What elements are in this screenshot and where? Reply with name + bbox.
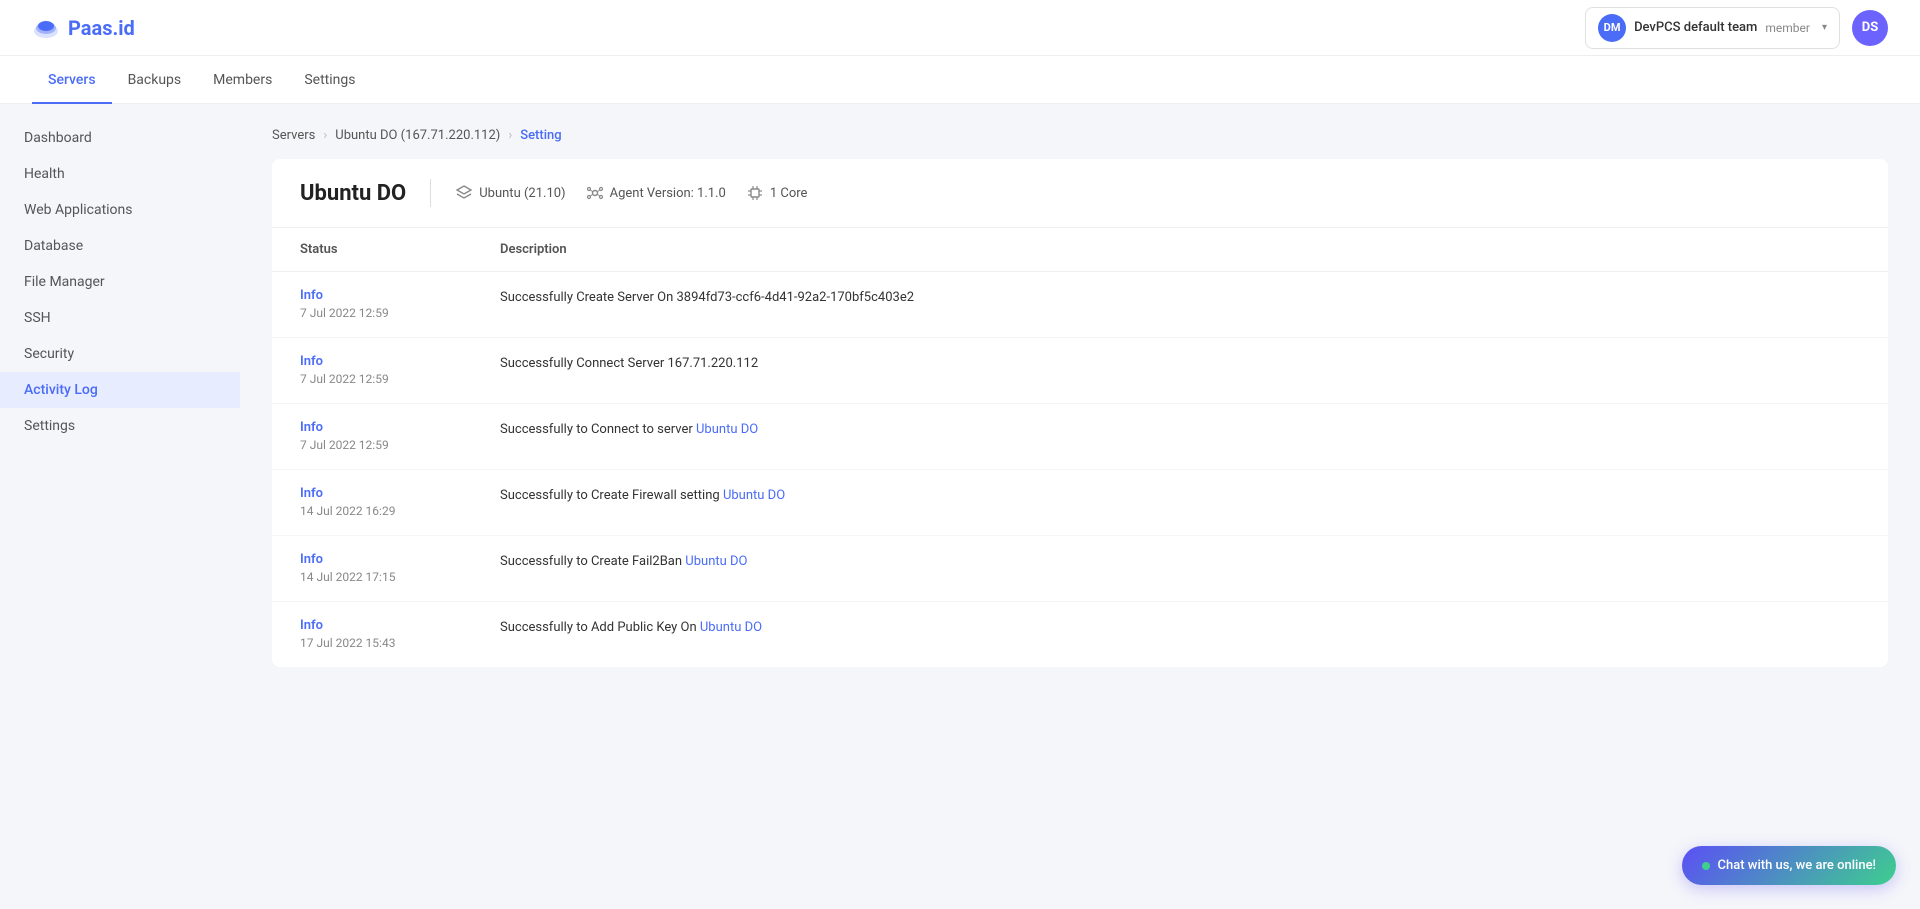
table-row: Info 7 Jul 2022 12:59 Successfully Creat… xyxy=(272,272,1888,338)
sidebar-item-database[interactable]: Database xyxy=(0,228,240,264)
server-name: Ubuntu DO xyxy=(300,181,406,206)
activity-table: Status Description Info 7 Jul 2022 12:59… xyxy=(272,228,1888,667)
chat-widget[interactable]: Chat with us, we are online! xyxy=(1682,846,1896,885)
status-label: Info xyxy=(300,552,500,567)
description-col: Successfully to Connect to server Ubuntu… xyxy=(500,420,1860,437)
header-description: Description xyxy=(500,242,1860,257)
layers-icon xyxy=(455,184,473,202)
tab-servers[interactable]: Servers xyxy=(32,57,112,104)
description-col: Successfully to Create Firewall setting … xyxy=(500,486,1860,503)
status-col: Info 17 Jul 2022 15:43 xyxy=(300,618,500,651)
server-core: 1 Core xyxy=(746,184,808,202)
description-col: Successfully Create Server On 3894fd73-c… xyxy=(500,288,1860,305)
logo-icon xyxy=(32,18,60,38)
breadcrumb-servers[interactable]: Servers xyxy=(272,128,315,143)
main-layout: Dashboard Health Web Applications Databa… xyxy=(0,104,1920,909)
cpu-icon xyxy=(746,184,764,202)
chat-label: Chat with us, we are online! xyxy=(1718,858,1876,873)
status-date: 14 Jul 2022 17:15 xyxy=(300,570,395,584)
status-date: 7 Jul 2022 12:59 xyxy=(300,372,389,386)
table-row: Info 7 Jul 2022 12:59 Successfully Conne… xyxy=(272,338,1888,404)
team-name: DevPCS default team xyxy=(1634,20,1757,35)
sidebar-item-ssh[interactable]: SSH xyxy=(0,300,240,336)
breadcrumb-sep-1: › xyxy=(323,128,327,143)
sidebar-item-web-applications[interactable]: Web Applications xyxy=(0,192,240,228)
highlight-text: Ubuntu DO xyxy=(696,422,758,437)
team-selector[interactable]: DM DevPCS default team member ▾ xyxy=(1585,7,1840,49)
server-agent: Agent Version: 1.1.0 xyxy=(586,184,726,202)
sidebar-item-health[interactable]: Health xyxy=(0,156,240,192)
top-navbar: Paas.id DM DevPCS default team member ▾ … xyxy=(0,0,1920,56)
table-header: Status Description xyxy=(272,228,1888,272)
status-date: 7 Jul 2022 12:59 xyxy=(300,438,389,452)
description-text: Successfully to Create Firewall setting … xyxy=(500,488,785,503)
tab-settings[interactable]: Settings xyxy=(288,57,371,104)
table-row: Info 17 Jul 2022 15:43 Successfully to A… xyxy=(272,602,1888,667)
secondary-navbar: Servers Backups Members Settings xyxy=(0,56,1920,104)
table-row: Info 14 Jul 2022 17:15 Successfully to C… xyxy=(272,536,1888,602)
breadcrumb-sep-2: › xyxy=(508,128,512,143)
breadcrumb-current: Setting xyxy=(520,128,561,143)
server-divider xyxy=(430,179,431,207)
sidebar-item-settings[interactable]: Settings xyxy=(0,408,240,444)
status-col: Info 7 Jul 2022 12:59 xyxy=(300,420,500,453)
nav-tabs: Servers Backups Members Settings xyxy=(32,56,371,103)
tab-backups[interactable]: Backups xyxy=(112,57,198,104)
highlight-text: Ubuntu DO xyxy=(723,488,785,503)
server-meta: Ubuntu (21.10) Agent Version: 1.1 xyxy=(455,184,807,202)
description-text: Successfully Create Server On 3894fd73-c… xyxy=(500,290,914,305)
breadcrumb: Servers › Ubuntu DO (167.71.220.112) › S… xyxy=(272,128,1888,143)
tab-members[interactable]: Members xyxy=(197,57,288,104)
status-col: Info 7 Jul 2022 12:59 xyxy=(300,354,500,387)
description-text: Successfully to Create Fail2Ban Ubuntu D… xyxy=(500,554,748,569)
sidebar-item-activity-log[interactable]: Activity Log xyxy=(0,372,240,408)
status-date: 14 Jul 2022 16:29 xyxy=(300,504,395,518)
status-label: Info xyxy=(300,288,500,303)
server-core-label: 1 Core xyxy=(770,186,808,201)
status-col: Info 14 Jul 2022 17:15 xyxy=(300,552,500,585)
description-text: Successfully to Add Public Key On Ubuntu… xyxy=(500,620,762,635)
status-date: 17 Jul 2022 15:43 xyxy=(300,636,395,650)
status-label: Info xyxy=(300,420,500,435)
status-label: Info xyxy=(300,354,500,369)
status-col: Info 7 Jul 2022 12:59 xyxy=(300,288,500,321)
description-col: Successfully to Create Fail2Ban Ubuntu D… xyxy=(500,552,1860,569)
header-status: Status xyxy=(300,242,500,257)
status-date: 7 Jul 2022 12:59 xyxy=(300,306,389,320)
breadcrumb-server-detail[interactable]: Ubuntu DO (167.71.220.112) xyxy=(335,128,500,143)
nodes-icon xyxy=(586,184,604,202)
table-row: Info 14 Jul 2022 16:29 Successfully to C… xyxy=(272,470,1888,536)
sidebar-item-file-manager[interactable]: File Manager xyxy=(0,264,240,300)
description-text: Successfully to Connect to server Ubuntu… xyxy=(500,422,758,437)
description-col: Successfully Connect Server 167.71.220.1… xyxy=(500,354,1860,371)
status-label: Info xyxy=(300,618,500,633)
server-header: Ubuntu DO Ubuntu (21.10) xyxy=(272,159,1888,228)
highlight-text: Ubuntu DO xyxy=(700,620,762,635)
topnav-right: DM DevPCS default team member ▾ DS xyxy=(1585,7,1888,49)
status-col: Info 14 Jul 2022 16:29 xyxy=(300,486,500,519)
sidebar-item-dashboard[interactable]: Dashboard xyxy=(0,120,240,156)
sidebar-item-security[interactable]: Security xyxy=(0,336,240,372)
team-avatar: DM xyxy=(1598,14,1626,42)
server-os: Ubuntu (21.10) xyxy=(455,184,565,202)
description-col: Successfully to Add Public Key On Ubuntu… xyxy=(500,618,1860,635)
table-row: Info 7 Jul 2022 12:59 Successfully to Co… xyxy=(272,404,1888,470)
server-os-label: Ubuntu (21.10) xyxy=(479,186,565,201)
chevron-down-icon: ▾ xyxy=(1822,22,1827,33)
logo-text: Paas.id xyxy=(68,16,135,40)
chat-online-indicator xyxy=(1702,862,1710,870)
sidebar: Dashboard Health Web Applications Databa… xyxy=(0,104,240,909)
main-content: Servers › Ubuntu DO (167.71.220.112) › S… xyxy=(240,104,1920,909)
team-role: member xyxy=(1765,21,1810,35)
logo[interactable]: Paas.id xyxy=(32,16,135,40)
status-label: Info xyxy=(300,486,500,501)
server-agent-label: Agent Version: 1.1.0 xyxy=(610,186,726,201)
highlight-text: Ubuntu DO xyxy=(685,554,747,569)
user-avatar[interactable]: DS xyxy=(1852,10,1888,46)
description-text: Successfully Connect Server 167.71.220.1… xyxy=(500,356,758,371)
